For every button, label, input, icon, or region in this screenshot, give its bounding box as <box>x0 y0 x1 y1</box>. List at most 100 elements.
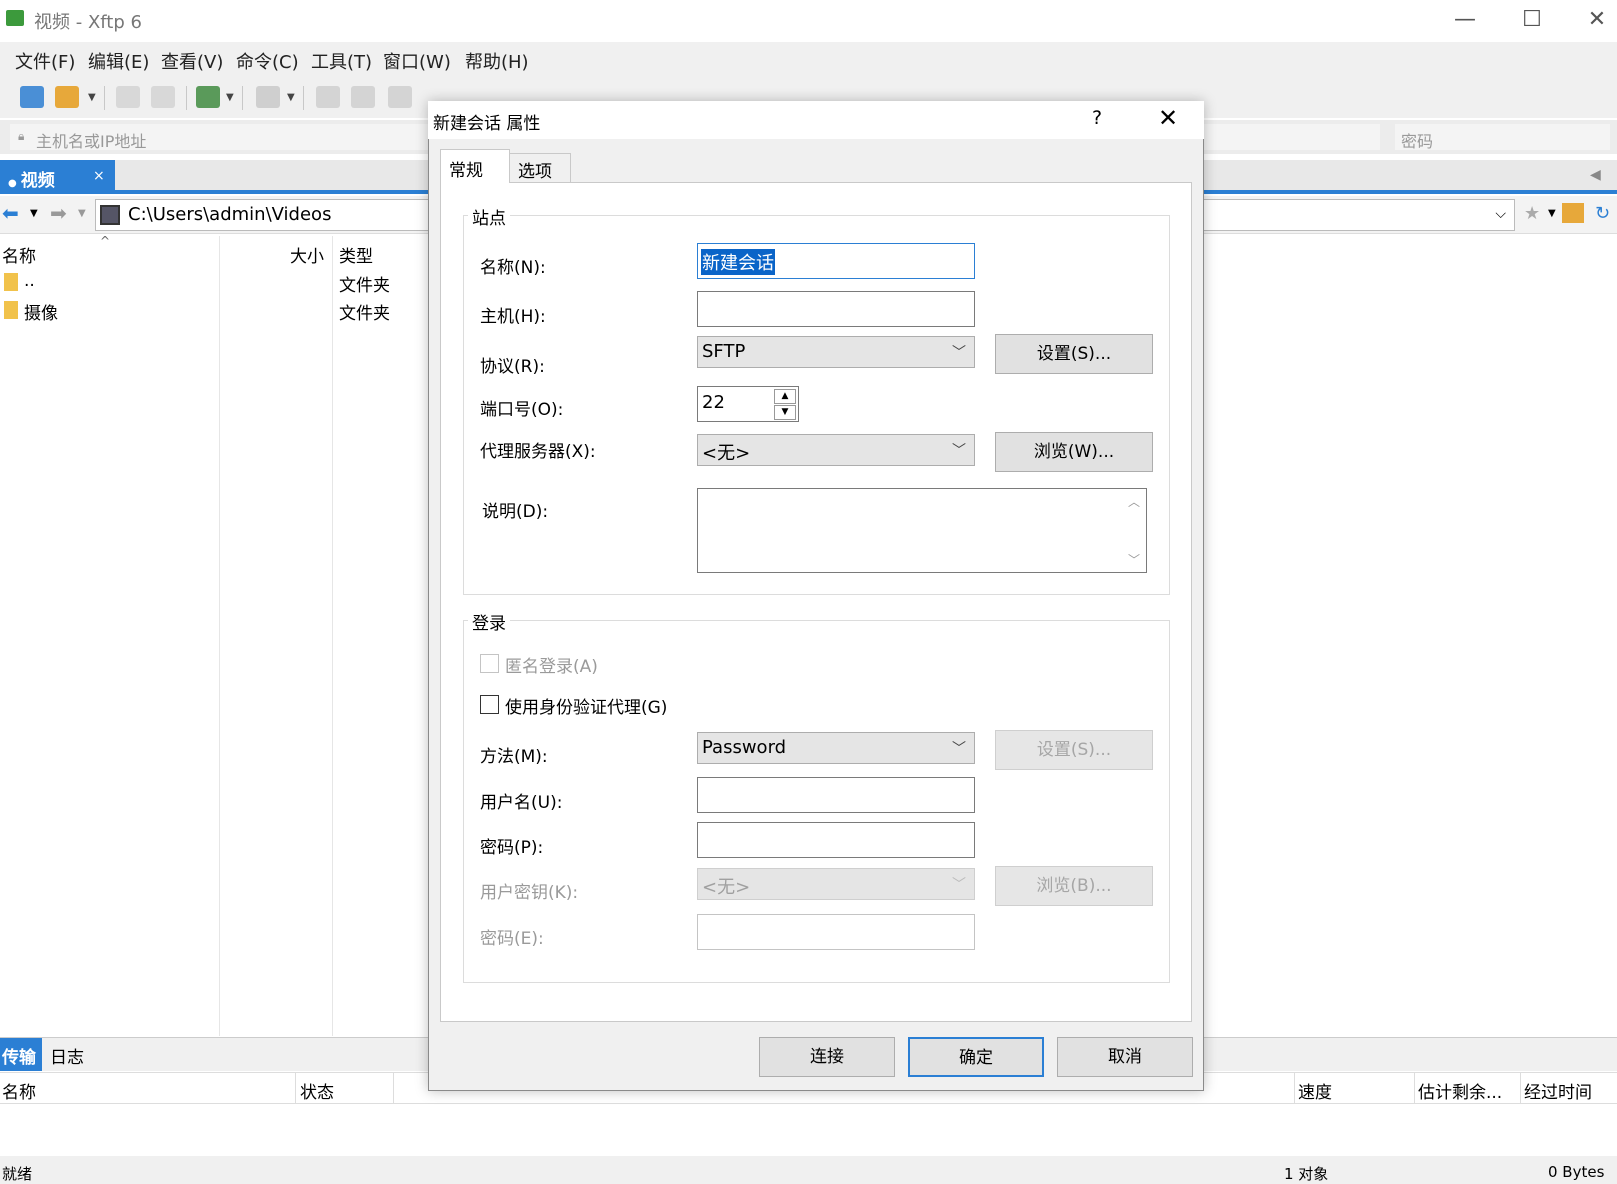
forward-dropdown-icon[interactable]: ▼ <box>78 208 86 219</box>
file-row-camera[interactable]: 摄像 文件夹 <box>0 298 428 324</box>
tab-transfer[interactable]: 传输 <box>0 1038 42 1071</box>
protocol-settings-button[interactable]: 设置(S)... <box>995 334 1153 374</box>
password-field[interactable] <box>697 822 975 858</box>
password-placeholder: 密码 <box>1401 132 1434 151</box>
refresh-icon[interactable]: ↻ <box>1595 203 1610 224</box>
toolbar-separator <box>242 86 243 110</box>
password-quick-input[interactable]: 密码 <box>1395 124 1610 151</box>
favorite-dropdown-icon[interactable]: ▼ <box>1548 208 1556 219</box>
video-folder-icon <box>100 205 120 225</box>
name-label: 名称(N): <box>480 258 546 278</box>
file-row-parent[interactable]: .. 文件夹 <box>0 270 428 296</box>
password-label: 密码(P): <box>480 838 544 858</box>
column-header-size[interactable]: 大小 <box>290 242 324 267</box>
tab-scroll-left-icon[interactable]: ◀ <box>1590 167 1601 183</box>
protocol-select[interactable]: SFTP ﹀ <box>697 336 975 368</box>
open-dropdown-icon[interactable]: ▼ <box>88 92 96 103</box>
port-up-icon[interactable]: ▲ <box>774 389 796 404</box>
disconnect-icon[interactable] <box>151 86 175 108</box>
port-stepper[interactable]: 22 ▲ ▼ <box>697 386 799 422</box>
transfer-dropdown-icon[interactable]: ▼ <box>287 92 295 103</box>
xftp-app-icon <box>6 10 24 26</box>
minimize-button[interactable]: — <box>1450 6 1480 34</box>
menu-command[interactable]: 命令(C) <box>236 48 299 74</box>
tab-options[interactable]: 选项 <box>509 153 571 183</box>
column-divider <box>393 1072 394 1104</box>
proxy-select[interactable]: <无> ﹀ <box>697 434 975 466</box>
maximize-button[interactable]: ☐ <box>1517 6 1547 34</box>
download-icon[interactable] <box>351 86 375 108</box>
menu-bar: 文件(F) 编辑(E) 查看(V) 命令(C) 工具(T) 窗口(W) 帮助(H… <box>0 42 1617 78</box>
column-divider <box>1520 1072 1521 1104</box>
session-settings-icon[interactable] <box>196 86 220 108</box>
ok-button[interactable]: 确定 <box>908 1037 1044 1077</box>
cancel-button[interactable]: 取消 <box>1057 1037 1193 1077</box>
sort-ascending-icon: ^ <box>100 234 111 248</box>
proxy-value: <无> <box>702 443 751 464</box>
status-object-count: 1 对象 <box>1284 1165 1329 1183</box>
port-down-icon[interactable]: ▼ <box>774 405 796 420</box>
menu-view[interactable]: 查看(V) <box>161 48 223 74</box>
dialog-help-button[interactable]: ? <box>1092 107 1102 129</box>
back-arrow-icon[interactable]: ⬅ <box>2 201 19 225</box>
column-header-type[interactable]: 类型 <box>339 242 373 267</box>
transfer-col-speed[interactable]: 速度 <box>1298 1078 1332 1103</box>
menu-tools[interactable]: 工具(T) <box>311 48 372 74</box>
proxy-browse-button[interactable]: 浏览(W)... <box>995 432 1153 472</box>
session-dropdown-icon[interactable]: ▼ <box>226 92 234 103</box>
user-key-browse-button[interactable]: 浏览(B)... <box>995 866 1153 906</box>
description-textarea[interactable]: ︿ ﹀ <box>697 488 1147 573</box>
menu-window[interactable]: 窗口(W) <box>383 48 451 74</box>
back-dropdown-icon[interactable]: ▼ <box>30 208 38 219</box>
anonymous-checkbox[interactable] <box>480 654 499 673</box>
menu-file[interactable]: 文件(F) <box>15 48 75 74</box>
chevron-down-icon: ﹀ <box>952 741 966 757</box>
close-window-button[interactable]: ✕ <box>1582 6 1612 34</box>
dialog-title: 新建会话 属性 <box>433 114 541 134</box>
passphrase-label: 密码(E): <box>480 929 544 949</box>
open-folder-icon[interactable] <box>55 86 79 108</box>
tab-general[interactable]: 常规 <box>440 149 510 183</box>
transfer-col-name[interactable]: 名称 <box>2 1078 36 1103</box>
tab-label: 视频 <box>20 171 55 191</box>
upload-icon[interactable] <box>316 86 340 108</box>
home-folder-icon[interactable] <box>1562 203 1584 223</box>
host-field[interactable] <box>697 291 975 327</box>
column-divider <box>332 236 333 1036</box>
new-session-icon[interactable] <box>20 86 44 108</box>
host-label: 主机(H): <box>480 307 546 327</box>
method-settings-button[interactable]: 设置(S)... <box>995 730 1153 770</box>
connect-button[interactable]: 连接 <box>759 1037 895 1077</box>
username-field[interactable] <box>697 777 975 813</box>
transfer-col-status[interactable]: 状态 <box>300 1078 334 1103</box>
port-label: 端口号(O): <box>480 400 564 420</box>
column-divider <box>1414 1072 1415 1104</box>
user-key-value: <无> <box>702 877 751 898</box>
method-select[interactable]: Password ﹀ <box>697 732 975 764</box>
passphrase-field[interactable] <box>697 914 975 950</box>
auth-agent-label: 使用身份验证代理(G) <box>505 698 668 718</box>
forward-arrow-icon[interactable]: ➡ <box>50 201 67 225</box>
menu-help[interactable]: 帮助(H) <box>465 48 529 74</box>
transfer-col-remaining[interactable]: 估计剩余... <box>1418 1078 1502 1103</box>
favorite-star-icon[interactable]: ★ <box>1524 203 1540 224</box>
column-header-name[interactable]: 名称 <box>2 242 36 267</box>
sync-icon[interactable] <box>388 86 412 108</box>
tab-log[interactable]: 日志 <box>50 1043 84 1068</box>
name-input[interactable]: 新建会话 <box>697 243 975 279</box>
status-text: 就绪 <box>2 1165 33 1183</box>
transfer-icon[interactable] <box>256 86 280 108</box>
scroll-up-icon[interactable]: ︿ <box>1128 493 1140 510</box>
tab-close-icon[interactable]: × <box>93 168 105 184</box>
login-group-title: 登录 <box>468 609 510 634</box>
file-type: 文件夹 <box>339 304 390 324</box>
scroll-down-icon[interactable]: ﹀ <box>1128 551 1140 568</box>
transfer-col-elapsed[interactable]: 经过时间 <box>1524 1078 1592 1103</box>
path-dropdown-icon[interactable]: ⌵ <box>1495 206 1506 222</box>
dialog-close-button[interactable]: ✕ <box>1158 104 1178 132</box>
menu-edit[interactable]: 编辑(E) <box>88 48 149 74</box>
title-bar: 视频 - Xftp 6 — ☐ ✕ <box>0 0 1617 40</box>
auth-agent-checkbox[interactable] <box>480 695 499 714</box>
connect-icon[interactable] <box>116 86 140 108</box>
user-key-select[interactable]: <无> ﹀ <box>697 868 975 900</box>
